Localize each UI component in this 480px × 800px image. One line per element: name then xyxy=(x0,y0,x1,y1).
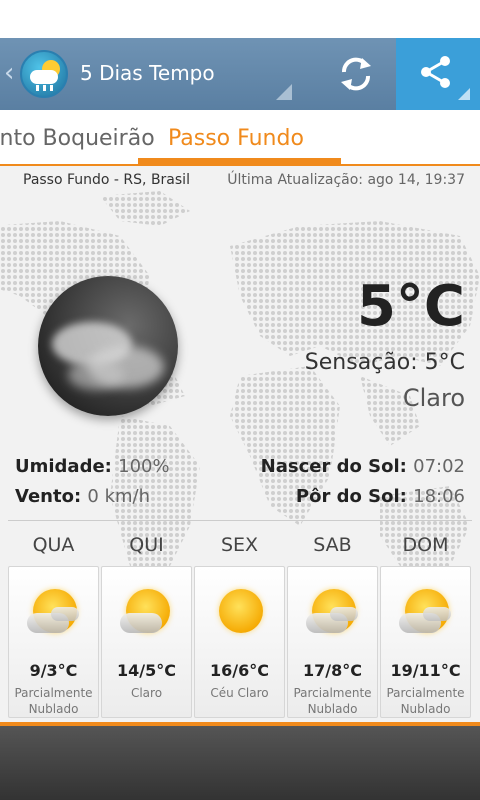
humidity-label: Umidade: xyxy=(15,456,112,477)
moon-clouds-icon xyxy=(38,276,178,416)
location-tabs: ento Boqueirão Passo Fundo xyxy=(0,110,480,166)
forecast-desc: Parcialmente Nublado xyxy=(14,686,93,716)
forecast-desc: Céu Claro xyxy=(210,686,269,700)
partly-cloudy-icon xyxy=(120,589,172,637)
tab-indicator xyxy=(138,158,341,164)
feels-like-value: 5°C xyxy=(424,350,465,375)
humidity: Umidade: 100% xyxy=(15,456,170,477)
app-weather-icon[interactable] xyxy=(20,50,68,98)
forecast-day-card[interactable]: 19/11°C Parcialmente Nublado xyxy=(380,566,471,718)
divider xyxy=(8,520,472,521)
feels-like-label: Sensação: xyxy=(304,350,418,375)
refresh-button[interactable] xyxy=(320,38,392,110)
action-bar: ‹ 5 Dias Tempo xyxy=(0,38,480,110)
wind-label: Vento: xyxy=(15,486,82,507)
forecast-day-name: QUI xyxy=(129,534,164,556)
forecast-day-name: SEX xyxy=(220,534,259,556)
forecast-temp: 17/8°C xyxy=(303,661,362,680)
app-title: 5 Dias Tempo xyxy=(80,61,215,85)
current-condition: Claro xyxy=(402,384,465,412)
share-corner-icon xyxy=(458,88,470,100)
forecast-day-name: DOM xyxy=(402,534,449,556)
sunrise: Nascer do Sol: 07:02 xyxy=(261,456,465,477)
status-bar xyxy=(0,0,480,38)
tab-current-location[interactable]: Passo Fundo xyxy=(168,124,304,154)
weather-panel: Passo Fundo - RS, Brasil Última Atualiza… xyxy=(0,166,480,722)
wind-value: 0 km/h xyxy=(87,486,151,507)
sun-icon xyxy=(217,589,265,637)
sunrise-value: 07:02 xyxy=(413,456,465,477)
sunset-value: 18:06 xyxy=(413,486,465,507)
sunset-label: Pôr do Sol: xyxy=(295,486,407,507)
refresh-icon xyxy=(341,57,371,91)
sunset: Pôr do Sol: 18:06 xyxy=(296,486,465,507)
partly-cloudy-icon xyxy=(27,589,79,637)
forecast-desc: Parcialmente Nublado xyxy=(386,686,465,716)
feels-like: Sensação: 5°C xyxy=(305,350,465,375)
forecast-day-card[interactable]: 9/3°C Parcialmente Nublado xyxy=(8,566,99,718)
last-updated: Última Atualização: ago 14, 19:37 xyxy=(227,172,465,188)
location-name: Passo Fundo - RS, Brasil xyxy=(23,172,190,188)
forecast-temp: 14/5°C xyxy=(117,661,176,680)
wind: Vento: 0 km/h xyxy=(15,486,150,507)
partly-cloudy-icon xyxy=(306,589,358,637)
forecast-temp: 16/6°C xyxy=(210,661,269,680)
humidity-value: 100% xyxy=(118,456,170,477)
share-button[interactable] xyxy=(396,38,480,110)
share-icon xyxy=(421,56,450,88)
dropdown-corner-icon xyxy=(276,84,292,100)
partly-cloudy-icon xyxy=(399,589,451,637)
sunrise-label: Nascer do Sol: xyxy=(260,456,407,477)
forecast-temp: 19/11°C xyxy=(390,661,461,680)
forecast-temp: 9/3°C xyxy=(29,661,78,680)
current-temperature: 5°C xyxy=(356,274,465,339)
forecast-desc: Claro xyxy=(130,686,163,700)
forecast-day-card[interactable]: 17/8°C Parcialmente Nublado xyxy=(287,566,378,718)
bottom-navigation-area xyxy=(0,726,480,800)
forecast-day-card[interactable]: 16/6°C Céu Claro xyxy=(194,566,285,718)
forecast-desc: Parcialmente Nublado xyxy=(293,686,372,716)
back-chevron-icon[interactable]: ‹ xyxy=(4,58,14,88)
forecast-day-name: QUA xyxy=(32,534,75,556)
forecast-day-card[interactable]: 14/5°C Claro xyxy=(101,566,192,718)
forecast-day-name: SAB xyxy=(313,534,352,556)
tab-previous-location[interactable]: ento Boqueirão xyxy=(0,124,155,154)
